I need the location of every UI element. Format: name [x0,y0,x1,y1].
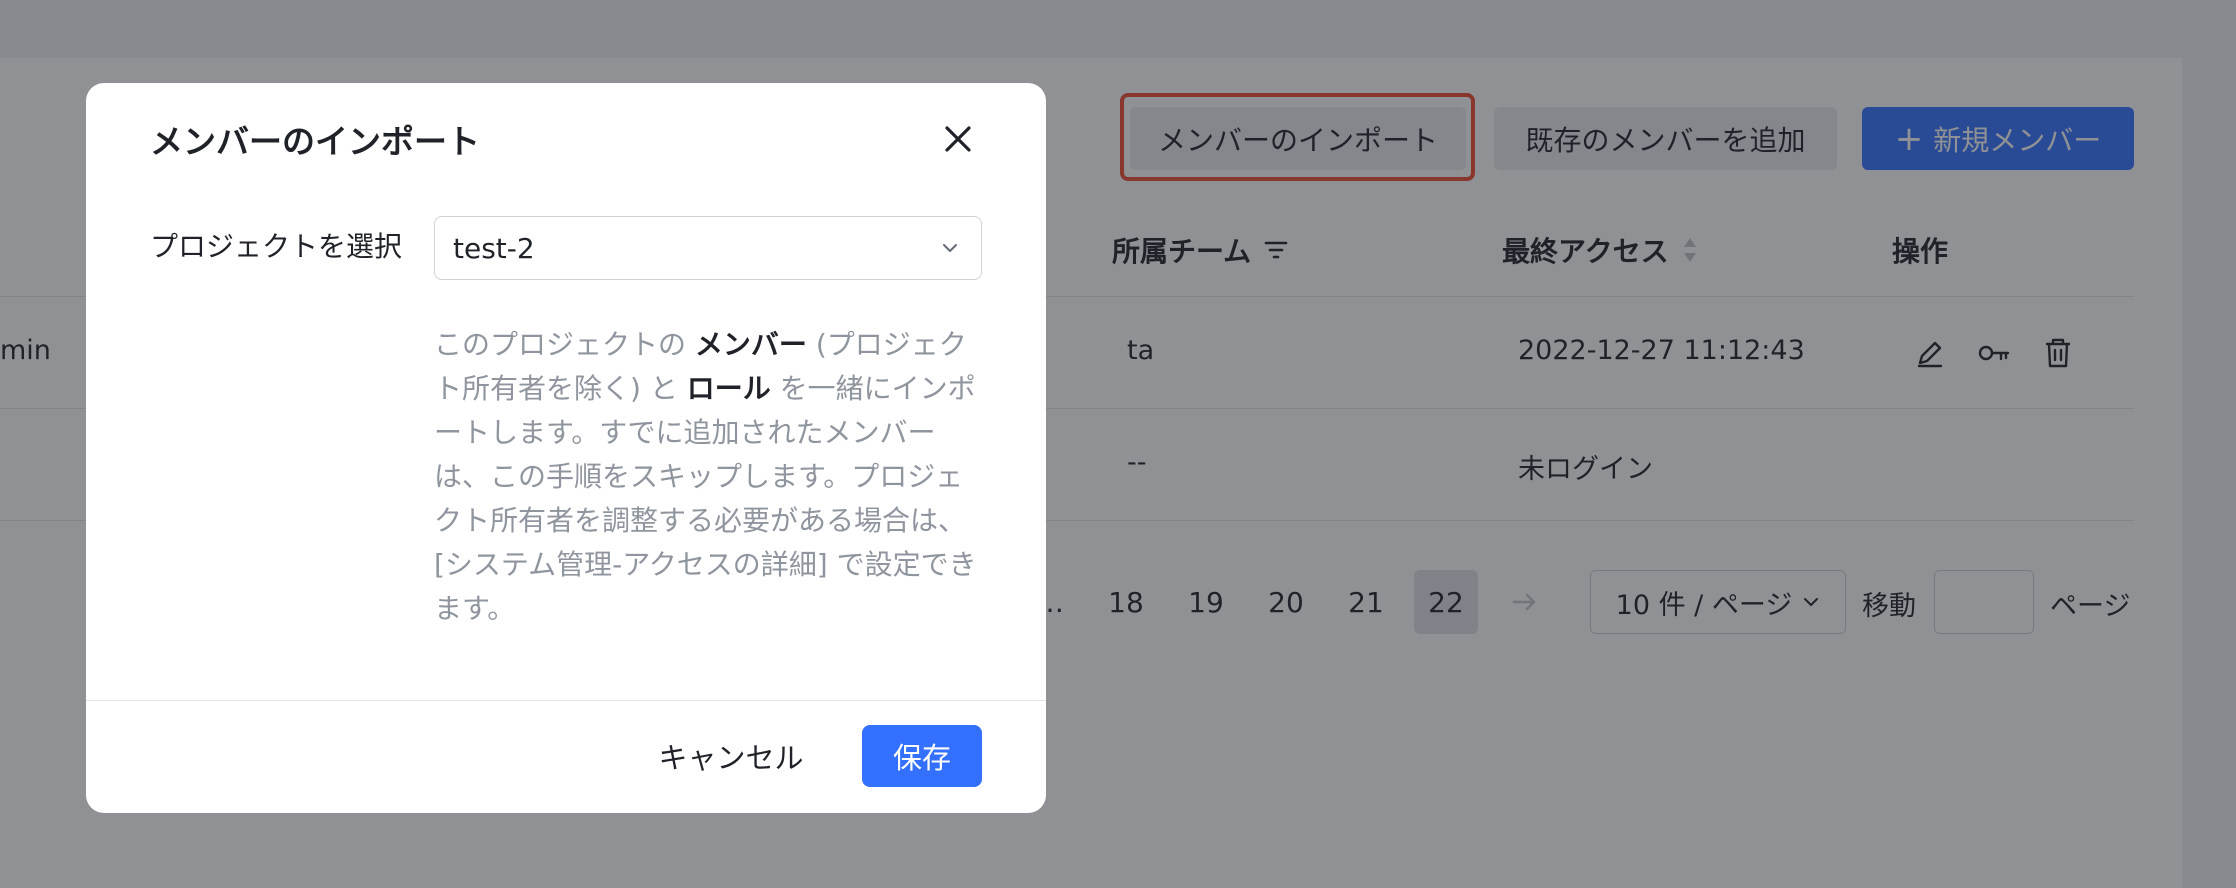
project-select-label: プロジェクトを選択 [150,230,403,263]
project-select-value: test-2 [453,231,535,265]
cancel-button[interactable]: キャンセル [646,725,816,787]
chevron-down-icon [943,244,957,252]
project-select[interactable]: test-2 [434,216,982,280]
close-icon[interactable] [938,119,978,159]
import-hint-text: このプロジェクトの メンバー (プロジェクト所有者を除く) と ロール を一緒に… [434,328,977,625]
dialog-footer-divider [86,700,1046,701]
import-members-dialog: メンバーのインポート プロジェクトを選択 test-2 このプロジェクトの メン… [86,83,1046,813]
save-button[interactable]: 保存 [862,725,982,787]
dialog-title: メンバーのインポート [150,122,480,161]
